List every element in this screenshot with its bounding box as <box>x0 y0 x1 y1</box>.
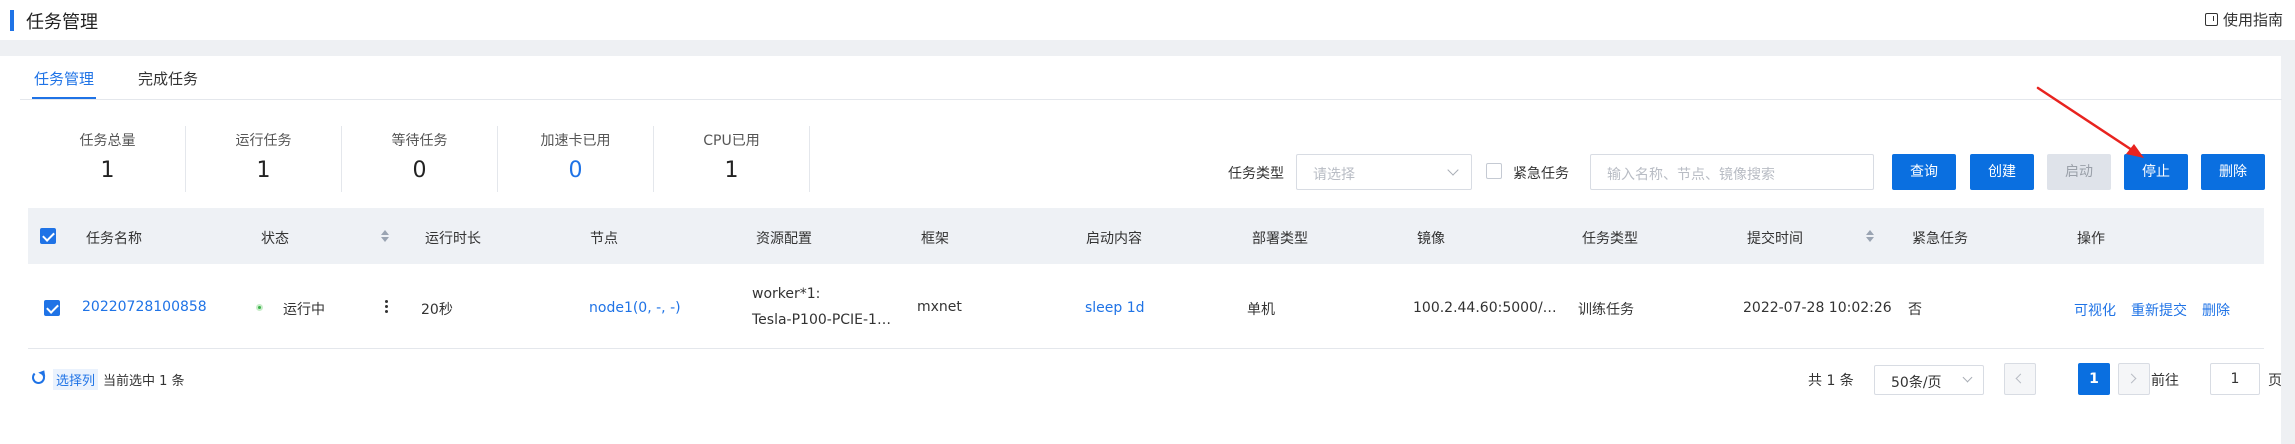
goto-label: 前往 <box>2151 373 2179 389</box>
next-page-button[interactable] <box>2118 363 2150 395</box>
annotation-arrow-icon <box>2036 86 2144 158</box>
select-all-checkbox[interactable] <box>40 228 56 244</box>
task-type-text: 训练任务 <box>1578 302 1634 318</box>
resubmit-action[interactable]: 重新提交 <box>2131 300 2187 320</box>
header-divider-band <box>0 40 2295 56</box>
user-guide-label: 使用指南 <box>2222 11 2283 29</box>
resource-line-1: worker*1: <box>752 286 821 302</box>
more-options-icon[interactable] <box>384 300 388 314</box>
user-guide-link[interactable]: 使用指南 <box>2204 9 2283 30</box>
column-header-name: 任务名称 <box>86 231 142 247</box>
stat-total-tasks: 任务总量 1 <box>30 126 186 192</box>
task-name-link[interactable]: 20220728100858 <box>82 299 207 315</box>
column-header-duration: 运行时长 <box>425 231 481 247</box>
chevron-down-icon <box>1962 372 1973 383</box>
selected-count-text: 当前选中 1 条 <box>103 374 185 389</box>
duration-text: 20秒 <box>421 302 453 318</box>
stat-value: 1 <box>724 158 739 183</box>
deploy-type-text: 单机 <box>1247 302 1275 318</box>
query-button[interactable]: 查询 <box>1892 154 1956 190</box>
tab-completed-tasks[interactable]: 完成任务 <box>138 68 198 89</box>
select-columns-button[interactable]: 选择列 <box>53 369 99 390</box>
chevron-right-icon <box>2126 373 2137 384</box>
status-text: 运行中 <box>283 302 325 318</box>
column-header-urgent: 紧急任务 <box>1912 231 1968 247</box>
tab-bar: 任务管理 完成任务 <box>20 58 2282 100</box>
image-text: 100.2.44.60:5000/… <box>1413 300 1557 316</box>
column-header-task-type: 任务类型 <box>1582 231 1638 247</box>
stat-value: 0 <box>412 158 427 183</box>
sort-icon[interactable] <box>381 230 389 242</box>
submit-time-text: 2022-07-28 10:02:26 <box>1743 300 1892 316</box>
table-footer: 选择列 当前选中 1 条 共 1 条 50条/页 1 前往 1 页 <box>30 362 2282 398</box>
create-button[interactable]: 创建 <box>1970 154 2034 190</box>
page-size-select[interactable]: 50条/页 <box>1874 365 1984 395</box>
goto-page-input[interactable]: 1 <box>2210 363 2260 395</box>
stat-running-tasks: 运行任务 1 <box>186 126 342 192</box>
table-row: 20220728100858 运行中 20秒 node1(0, -, -) wo… <box>28 264 2264 349</box>
urgent-task-label: 紧急任务 <box>1513 166 1569 182</box>
column-header-image: 镜像 <box>1417 231 1445 247</box>
prev-page-button[interactable] <box>2004 363 2036 395</box>
node-link[interactable]: node1(0, -, -) <box>589 300 681 316</box>
stat-label: 任务总量 <box>79 133 136 149</box>
page-unit-label: 页 <box>2268 373 2282 389</box>
column-header-submit-time: 提交时间 <box>1747 231 1803 247</box>
task-management-page: 任务管理 使用指南 任务管理 完成任务 任务总量 1 运行任务 1 等待任务 0… <box>0 0 2295 444</box>
sort-icon[interactable] <box>1866 230 1874 242</box>
right-edge-band <box>2281 56 2295 444</box>
column-header-node: 节点 <box>590 231 618 247</box>
urgent-text: 否 <box>1908 302 1922 318</box>
stat-value: 1 <box>100 158 115 183</box>
column-header-status: 状态 <box>261 231 289 247</box>
stat-waiting-tasks: 等待任务 0 <box>342 126 498 192</box>
page-header: 任务管理 使用指南 <box>0 0 2295 40</box>
running-status-dot <box>256 304 263 311</box>
delete-button[interactable]: 删除 <box>2201 154 2265 190</box>
column-header-framework: 框架 <box>921 231 949 247</box>
resource-line-2: Tesla-P100-PCIE-1… <box>752 312 891 328</box>
stat-cpu-used: CPU已用 1 <box>654 126 810 192</box>
page-number-current[interactable]: 1 <box>2078 363 2110 395</box>
chevron-down-icon <box>1447 164 1459 176</box>
urgent-task-checkbox[interactable] <box>1486 163 1502 179</box>
row-checkbox[interactable] <box>44 300 60 316</box>
framework-text: mxnet <box>917 299 962 315</box>
stat-label: 运行任务 <box>235 133 292 149</box>
column-header-deploy-type: 部署类型 <box>1252 231 1308 247</box>
start-content-link[interactable]: sleep 1d <box>1085 300 1145 316</box>
column-header-actions: 操作 <box>2077 231 2105 247</box>
guide-icon <box>2204 13 2218 26</box>
search-input[interactable]: 输入名称、节点、镜像搜索 <box>1590 154 1874 190</box>
stat-label: CPU已用 <box>703 133 760 149</box>
table-header: 任务名称 状态 运行时长 节点 资源配置 框架 启动内容 部署类型 镜像 任务类… <box>28 208 2264 264</box>
stat-accelerator-used: 加速卡已用 0 <box>498 126 654 192</box>
total-count-text: 共 1 条 <box>1808 373 1854 389</box>
stat-label: 等待任务 <box>391 133 448 149</box>
delete-action[interactable]: 删除 <box>2202 300 2230 320</box>
stat-label: 加速卡已用 <box>540 133 611 149</box>
search-placeholder: 输入名称、节点、镜像搜索 <box>1607 167 1775 183</box>
title-accent-bar <box>10 10 14 31</box>
task-type-placeholder: 请选择 <box>1313 167 1355 183</box>
stat-value: 1 <box>256 158 271 183</box>
column-header-resources: 资源配置 <box>756 231 812 247</box>
page-title: 任务管理 <box>26 12 98 33</box>
column-header-start-content: 启动内容 <box>1086 231 1142 247</box>
task-type-label: 任务类型 <box>1228 166 1284 182</box>
chevron-left-icon <box>2015 373 2026 384</box>
refresh-icon[interactable] <box>32 371 45 384</box>
stat-value[interactable]: 0 <box>498 158 653 183</box>
task-type-select[interactable]: 请选择 <box>1296 154 1472 190</box>
tab-task-management[interactable]: 任务管理 <box>31 68 97 99</box>
visualize-action[interactable]: 可视化 <box>2074 300 2116 320</box>
page-size-value: 50条/页 <box>1891 375 1942 391</box>
